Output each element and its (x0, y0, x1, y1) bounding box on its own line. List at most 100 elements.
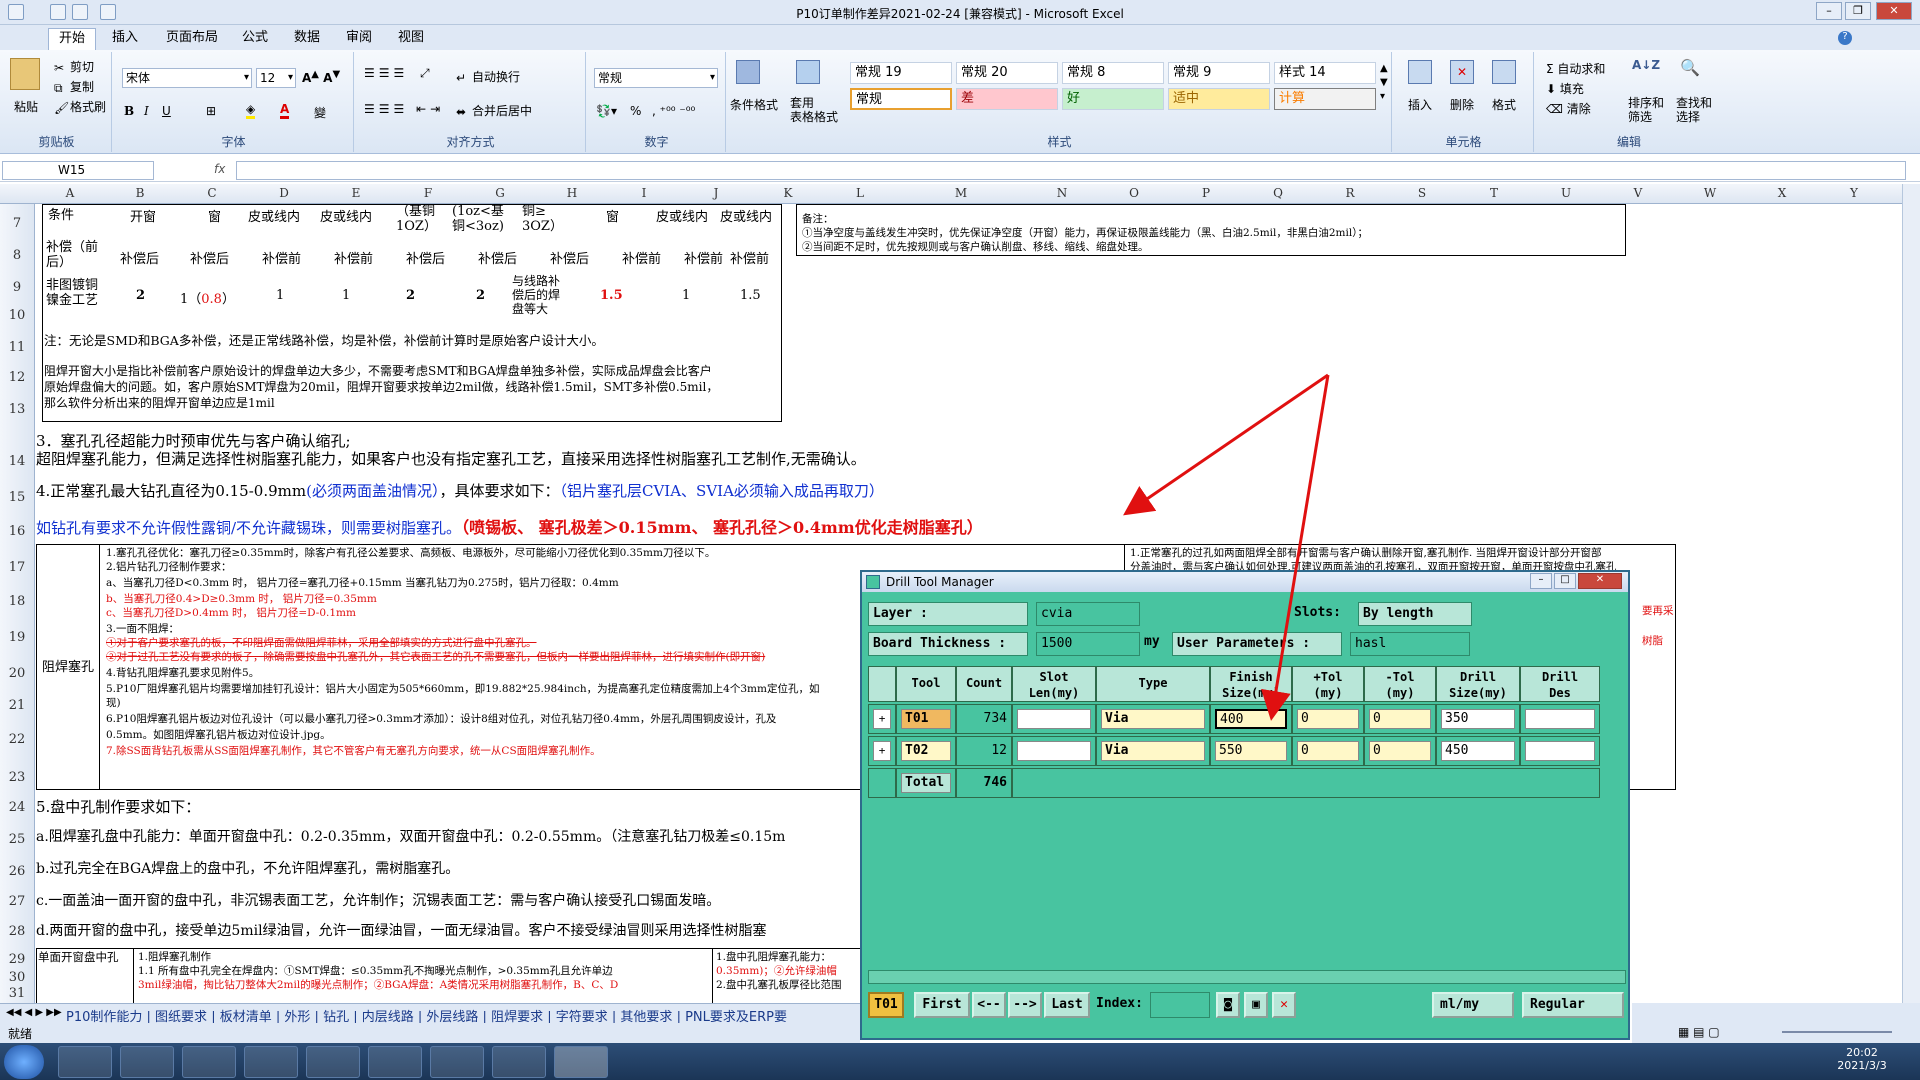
horizontal-align-icons[interactable]: ☰☰☰ ⇤⇥ (364, 102, 444, 116)
dialog-maximize-button[interactable]: □ (1554, 573, 1576, 589)
style-normal[interactable]: 常规 (850, 88, 952, 110)
col-header[interactable]: W (1674, 186, 1746, 200)
tab-data[interactable]: 数据 (284, 28, 330, 50)
row-header[interactable]: 11 (0, 340, 34, 355)
excel-taskbar-icon[interactable] (554, 1046, 608, 1078)
row-header[interactable]: 15 (0, 490, 34, 505)
clock[interactable]: 20:02 2021/3/3 (1812, 1046, 1912, 1072)
col-header[interactable]: X (1746, 186, 1818, 200)
drill-des-input[interactable] (1525, 741, 1595, 761)
style-calculation[interactable]: 计算 (1274, 88, 1376, 110)
row-header[interactable]: 8 (0, 248, 34, 263)
merge-center-button[interactable]: ⬌ 合并后居中 (456, 102, 532, 119)
copy-button[interactable]: ⧉ 复制 (54, 78, 94, 95)
tab-nav-icons[interactable]: ◀◀ ◀ ▶ ▶▶ (6, 1007, 62, 1018)
col-header[interactable]: O (1098, 186, 1170, 200)
comma-icon[interactable]: , ⁺⁰⁰ ⁻⁰⁰ (652, 104, 695, 118)
italic-button[interactable]: I (144, 104, 149, 118)
row-header[interactable]: 21 (0, 698, 34, 713)
row-header[interactable]: 17 (0, 560, 34, 575)
col-header[interactable]: F (392, 186, 464, 200)
borders-icon[interactable]: ⊞ (206, 104, 216, 118)
col-header[interactable]: G (464, 186, 536, 200)
dialog-hscrollbar[interactable] (868, 970, 1626, 984)
row-header[interactable]: 24 (0, 800, 34, 815)
delete-icon[interactable]: ✕ (1272, 992, 1296, 1018)
mtol-input[interactable]: 0 (1369, 709, 1431, 729)
col-header[interactable]: S (1386, 186, 1458, 200)
restore-button[interactable]: ❐ (1845, 2, 1871, 20)
slots-select[interactable]: By length (1358, 602, 1472, 626)
format-table-icon[interactable] (796, 60, 820, 84)
delete-button[interactable]: 删除 (1450, 96, 1474, 113)
mode-select[interactable]: Regular (1522, 992, 1624, 1018)
fx-icon[interactable]: fx (214, 162, 225, 176)
insert-icon[interactable] (1408, 60, 1432, 84)
style-normal-8[interactable]: 常规 8 (1062, 62, 1164, 84)
row-header[interactable]: 27 (0, 894, 34, 909)
style-normal-9[interactable]: 常规 9 (1168, 62, 1270, 84)
tab-insert[interactable]: 插入 (102, 28, 148, 50)
font-name-select[interactable]: 宋体 (122, 68, 252, 88)
col-header[interactable]: U (1530, 186, 1602, 200)
insert-button[interactable]: 插入 (1408, 96, 1432, 113)
ptol-input[interactable]: 0 (1297, 741, 1359, 761)
unit-select[interactable]: ml/my (1432, 992, 1514, 1018)
cut-button[interactable]: ✂ 剪切 (54, 58, 94, 75)
col-header[interactable]: N (1026, 186, 1098, 200)
help-icon[interactable]: ? (1838, 31, 1852, 45)
row-header[interactable]: 19 (0, 630, 34, 645)
phonetic-icon[interactable]: 變 (314, 104, 326, 121)
row-header[interactable]: 12 (0, 370, 34, 385)
drill-des-input[interactable] (1525, 709, 1595, 729)
ptol-input[interactable]: 0 (1297, 709, 1359, 729)
find-icon[interactable]: 🔍 (1680, 58, 1700, 77)
minimize-button[interactable]: – (1816, 2, 1842, 20)
name-box[interactable]: W15 (2, 161, 154, 180)
tab-review[interactable]: 审阅 (336, 28, 382, 50)
format-button[interactable]: 格式 (1492, 96, 1516, 113)
plus-icon[interactable]: + (873, 709, 891, 729)
col-header[interactable]: P (1170, 186, 1242, 200)
row-header[interactable]: 9 (0, 280, 34, 295)
finish-input[interactable]: 400 (1215, 709, 1287, 729)
orientation-icon[interactable]: ⤢ (420, 66, 430, 81)
format-icon[interactable] (1492, 60, 1516, 84)
app-g-icon[interactable] (182, 1046, 236, 1078)
row-header[interactable]: 7 (0, 216, 34, 231)
delete-icon[interactable]: ✕ (1450, 60, 1474, 84)
view-icons[interactable]: ▦ ▤ ▢ (1678, 1025, 1720, 1039)
tool-name[interactable]: T02 (901, 741, 951, 761)
prev-button[interactable]: <-- (972, 992, 1006, 1018)
tab-view[interactable]: 视图 (388, 28, 434, 50)
app-eye-icon[interactable] (430, 1046, 484, 1078)
vertical-scrollbar[interactable] (1902, 184, 1920, 1004)
format-painter-button[interactable]: 🖌格式刷 (54, 98, 106, 115)
index-input[interactable] (1150, 992, 1210, 1018)
vertical-align-icons[interactable]: ☰☰☰ (364, 66, 408, 80)
row-header[interactable]: 20 (0, 666, 34, 681)
col-header[interactable]: E (320, 186, 392, 200)
start-button[interactable] (4, 1045, 44, 1079)
slot-len-input[interactable] (1017, 741, 1091, 761)
row-header[interactable]: 16 (0, 524, 34, 539)
number-format-select[interactable]: 常规 (594, 68, 718, 88)
tool-name[interactable]: T01 (901, 709, 951, 729)
autosum-button[interactable]: Σ 自动求和 (1546, 60, 1605, 77)
board-thickness-field[interactable]: 1500 (1036, 632, 1140, 656)
paste-icon[interactable] (10, 58, 40, 90)
styles-scroll-icon[interactable]: ▲ ▼ ▾ (1380, 62, 1388, 104)
style-bad[interactable]: 差 (956, 88, 1058, 110)
col-header[interactable]: L (824, 186, 896, 200)
app-x-icon[interactable] (492, 1046, 546, 1078)
mtol-input[interactable]: 0 (1369, 741, 1431, 761)
row-header[interactable]: 10 (0, 308, 34, 323)
row-header[interactable]: 22 (0, 732, 34, 747)
type-select[interactable]: Via (1101, 741, 1205, 761)
layer-field[interactable]: cvia (1036, 602, 1140, 626)
sort-filter-icon[interactable]: A↓Z (1632, 58, 1660, 72)
grow-font-button[interactable]: A▲ A▼ (302, 69, 340, 85)
tab-home[interactable]: 开始 (48, 28, 97, 50)
col-header[interactable]: V (1602, 186, 1674, 200)
col-header[interactable]: Y (1818, 186, 1890, 200)
